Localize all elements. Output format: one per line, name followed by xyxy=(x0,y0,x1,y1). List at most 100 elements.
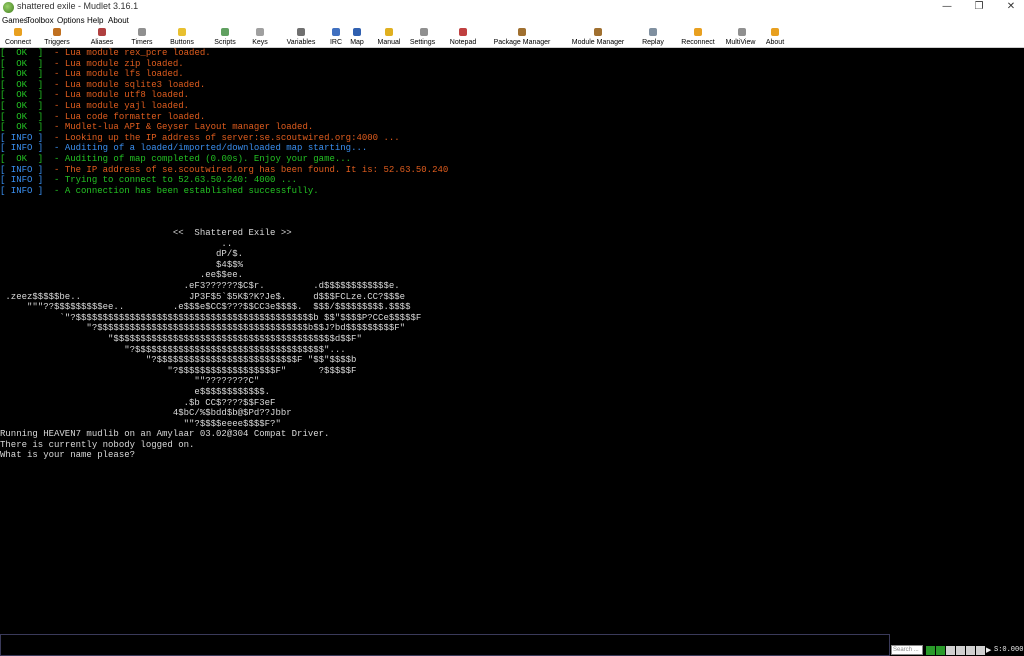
info-tag: [ INFO ] xyxy=(0,164,44,175)
menu-options[interactable]: Options xyxy=(57,15,85,27)
ok-tag: [ OK ] xyxy=(0,79,44,90)
info-tag: [ INFO ] xyxy=(0,185,44,196)
command-input[interactable] xyxy=(3,637,887,653)
ascii-art-line: "?$$$$$$$$$$$$$$$$$$$$$$$$$$F "$$"$$$$b xyxy=(0,355,357,366)
toolbar-connect-button[interactable]: Connect xyxy=(2,27,34,48)
log-line: [ OK ] - Lua module zip loaded. xyxy=(0,59,184,70)
scripts-icon xyxy=(221,28,229,36)
toolbar-about-button[interactable]: About xyxy=(762,27,788,48)
info-tag: [ INFO ] xyxy=(0,175,44,186)
menu-games[interactable]: Games xyxy=(2,15,28,27)
log-message: - The IP address of se.scoutwired.org ha… xyxy=(43,164,449,175)
ascii-art-line: """??$$$$$$$$$ee.. .e$$$e$CC$???$$CC3e$$… xyxy=(0,302,411,313)
ascii-art-line: "?$$$$$$$$$$$$$$$$$$$$$$$$$$$$$$$$$$$"..… xyxy=(0,344,346,355)
close-button[interactable]: ✕ xyxy=(994,0,1024,15)
toolbar-buttons-button[interactable]: Buttons xyxy=(164,27,200,48)
ok-tag: [ OK ] xyxy=(0,111,44,122)
timestamp-toggle-icon[interactable] xyxy=(926,646,935,655)
ping-icon: ▶ xyxy=(986,647,992,654)
ascii-art-line: "?$$$$$$$$$$$$$$$$$$$$$$$$$$$$$$$$$$$$$$… xyxy=(0,323,406,334)
log-line: [ OK ] - Mudlet-lua API & Geyser Layout … xyxy=(0,122,313,133)
menu-toolbox[interactable]: Toolbox xyxy=(26,15,54,27)
ping-timer: S:0.000 xyxy=(994,646,1024,654)
toolbar-map-button[interactable]: Map xyxy=(347,27,367,48)
server-line: Running HEAVEN7 mudlib on an Amylaar 03.… xyxy=(0,429,330,439)
toolbar-notepad-button[interactable]: Notepad xyxy=(444,27,482,48)
toolbar-module-manager-button[interactable]: Module Manager xyxy=(563,27,633,48)
toolbar-timers-button[interactable]: Timers xyxy=(126,27,158,48)
ascii-art-line: "?$$$$$$$$$$$$$$$$$$F" ?$$$$$F xyxy=(0,365,357,376)
ascii-art-line: dP/$. xyxy=(0,249,244,260)
toolbar-manual-button[interactable]: Manual xyxy=(372,27,406,48)
banner-title: << Shattered Exile >> xyxy=(0,228,292,238)
variables-icon xyxy=(297,28,305,36)
server-line: What is your name please? xyxy=(0,450,136,461)
keys-icon xyxy=(256,28,264,36)
ascii-art-line: .zeez$$$$$be.. JP3F$5`$5K$?K?Je$. d$$$FC… xyxy=(0,291,406,302)
log-message: - Auditing of map completed (0.00s). Enj… xyxy=(43,154,352,164)
menu-bar: Games Toolbox Options Help About xyxy=(0,15,1024,27)
menu-help[interactable]: Help xyxy=(87,15,103,27)
server-line: There is currently nobody logged on. xyxy=(0,439,195,450)
toolbar-variables-button[interactable]: Variables xyxy=(279,27,323,48)
toolbar-reconnect-button[interactable]: Reconnect xyxy=(675,27,721,48)
emergency-stop-icon[interactable] xyxy=(956,646,965,655)
notepad-icon xyxy=(459,28,467,36)
toolbar-settings-button[interactable]: Settings xyxy=(406,27,442,48)
triggers-icon xyxy=(53,28,61,36)
menu-about[interactable]: About xyxy=(108,15,129,27)
minimize-button[interactable]: — xyxy=(930,0,964,15)
ok-tag: [ OK ] xyxy=(0,122,44,133)
main-console[interactable]: [ OK ] - Lua module rex_pcre loaded.[ OK… xyxy=(0,48,1024,634)
log-line: [ OK ] - Lua module yajl loaded. xyxy=(0,101,189,112)
mudlet-app-icon xyxy=(3,2,14,13)
package-manager-icon xyxy=(518,28,526,36)
about-icon xyxy=(771,28,779,36)
log-message: - Lua module sqlite3 loaded. xyxy=(43,79,206,90)
ascii-art-line: `"?$$$$$$$$$$$$$$$$$$$$$$$$$$$$$$$$$$$$$… xyxy=(0,312,422,323)
maximize-button[interactable]: ❐ xyxy=(962,0,996,15)
command-line-container xyxy=(0,634,890,656)
toolbar-scripts-button[interactable]: Scripts xyxy=(207,27,243,48)
toolbar-replay-button[interactable]: Replay xyxy=(637,27,669,48)
timers-icon xyxy=(138,28,146,36)
log-line: [ OK ] - Lua module utf8 loaded. xyxy=(0,90,189,101)
ok-tag: [ OK ] xyxy=(0,101,44,111)
log-message: - Auditing of a loaded/imported/download… xyxy=(43,143,368,154)
ok-tag: [ OK ] xyxy=(0,69,44,80)
log-message: - Trying to connect to 52.63.50.240: 400… xyxy=(43,175,298,186)
ok-tag: [ OK ] xyxy=(0,90,44,101)
info-tag: [ INFO ] xyxy=(0,143,44,154)
manual-icon xyxy=(385,28,393,36)
toolbar-package-manager-button[interactable]: Package Manager xyxy=(486,27,558,48)
console-search-input[interactable]: Search ... xyxy=(891,645,923,655)
toolbar-triggers-button[interactable]: Triggers xyxy=(38,27,76,48)
log-line: [ INFO ] - Trying to connect to 52.63.50… xyxy=(0,175,297,186)
log-line: [ INFO ] - Auditing of a loaded/imported… xyxy=(0,143,367,154)
log-line: [ INFO ] - Looking up the IP address of … xyxy=(0,133,400,144)
ascii-art-line: "$$$$$$$$$$$$$$$$$$$$$$$$$$$$$$$$$$$$$$$… xyxy=(0,334,362,344)
replay-icon xyxy=(649,28,657,36)
toolbar-multiview-button[interactable]: MultiView xyxy=(722,27,762,48)
map-icon xyxy=(353,28,361,36)
multiview-icon xyxy=(738,28,746,36)
ascii-art-line: .ee$$ee. xyxy=(0,270,244,281)
replay-record-icon[interactable] xyxy=(946,646,955,655)
toolbar-keys-button[interactable]: Keys xyxy=(248,27,272,48)
log-message: - Lua module zip loaded. xyxy=(43,58,184,69)
log-message: - A connection has been established succ… xyxy=(43,185,319,196)
toolbar-aliases-button[interactable]: Aliases xyxy=(85,27,119,48)
window-title: shattered exile - Mudlet 3.16.1 xyxy=(17,1,139,11)
title-bar: shattered exile - Mudlet 3.16.1 — ❐ ✕ xyxy=(0,0,1024,15)
toolbar-irc-button[interactable]: IRC xyxy=(327,27,345,48)
log-message: - Lua module lfs loaded. xyxy=(43,69,184,80)
main-toolbar: Connect Triggers Aliases Timers Buttons … xyxy=(0,27,1024,48)
buttons-icon xyxy=(178,28,186,36)
ascii-art-line: $4$$% xyxy=(0,259,244,270)
log-line: [ OK ] - Auditing of map completed (0.00… xyxy=(0,154,351,165)
ok-tag: [ OK ] xyxy=(0,58,44,69)
module-manager-icon xyxy=(594,28,602,36)
ascii-art-line: .eF3??????$C$r. .d$$$$$$$$$$$$e. xyxy=(0,281,400,291)
aliases-icon xyxy=(98,28,106,36)
log-toggle-icon[interactable] xyxy=(936,646,945,655)
